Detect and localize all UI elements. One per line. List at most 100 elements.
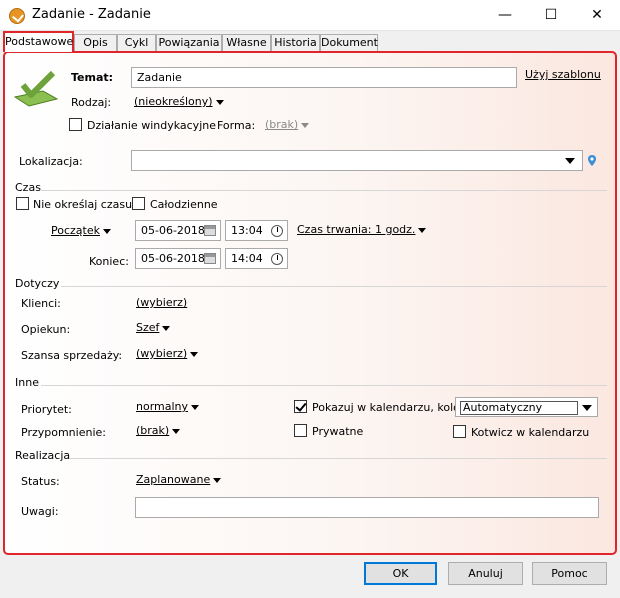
minimize-button[interactable]: — [482,0,528,31]
lokalizacja-label: Lokalizacja: [19,155,83,168]
chevron-down-icon [213,477,222,483]
all-day-checkbox[interactable] [132,197,145,210]
end-time-value: 14:04 [231,252,263,265]
divider [41,385,607,386]
maximize-button[interactable]: ☐ [528,0,574,31]
szansa-dropdown[interactable]: (wybierz) [136,347,199,360]
all-day-label: Całodzienne [150,198,218,211]
color-value: Automatyczny [460,401,578,415]
no-time-checkbox[interactable] [16,197,29,210]
section-dotyczy: Dotyczy [15,277,60,290]
calendar-icon[interactable] [204,253,216,264]
chevron-down-icon [162,325,171,331]
start-date-value: 05-06-2018 [141,224,205,237]
lokalizacja-dropdown-arrow[interactable] [565,158,575,164]
calendar-icon[interactable] [204,225,216,236]
app-logo-icon [9,8,25,24]
opiekun-label: Opiekun: [21,323,71,336]
end-label: Koniec: [89,255,129,268]
priorytet-dropdown[interactable]: normalny [136,400,200,413]
temat-input[interactable]: Zadanie [131,67,517,88]
divider [69,458,607,459]
no-time-label: Nie określaj czasu [33,198,133,211]
przypomnienie-value: (brak) [136,424,170,437]
forma-label: Forma: [217,119,256,132]
status-dropdown[interactable]: Zaplanowane [136,473,222,486]
title-bar: Zadanie - Zadanie — ☐ ✕ [0,0,620,31]
color-dropdown-arrow[interactable] [582,405,592,411]
chevron-down-icon [190,351,199,357]
tab-opis[interactable]: Opis [74,34,117,52]
window-title: Zadanie - Zadanie [32,7,151,22]
tab-dokument[interactable]: Dokument [320,34,378,52]
end-date-input[interactable]: 05-06-2018 [135,248,221,269]
lokalizacja-input[interactable] [131,150,583,171]
ok-button[interactable]: OK [364,562,437,585]
end-time-input[interactable]: 14:04 [225,248,288,269]
start-time-value: 13:04 [231,224,263,237]
main-panel: Temat: Zadanie Użyj szablonu Rodzaj: (ni… [3,51,617,555]
windykacyjne-checkbox[interactable] [69,118,82,131]
clock-icon[interactable] [271,225,283,237]
szansa-label: Szansa sprzedaży: [21,349,123,362]
close-button[interactable]: ✕ [574,0,620,31]
tab-podstawowe[interactable]: Podstawowe [3,31,74,52]
szansa-value: (wybierz) [136,347,188,360]
start-label: Początek [51,224,100,237]
chevron-down-icon [172,428,181,434]
klienci-select-link[interactable]: (wybierz) [136,296,187,309]
use-template-link[interactable]: Użyj szablonu [525,68,601,81]
przypomnienie-dropdown[interactable]: (brak) [136,424,181,437]
task-check-icon [13,70,59,107]
location-pin-icon[interactable] [587,154,597,168]
przypomnienie-label: Przypomnienie: [21,426,106,439]
windykacyjne-label: Działanie windykacyjne [87,119,216,132]
status-value: Zaplanowane [136,473,211,486]
rodzaj-dropdown[interactable]: (nieokreślony) [134,95,224,108]
priorytet-value: normalny [136,400,189,413]
anchor-label: Kotwicz w kalendarzu [471,426,590,439]
private-label: Prywatne [312,425,364,438]
forma-dropdown[interactable]: (brak) [265,118,310,131]
tab-bar: Podstawowe Opis Cykl Powiązania Własne H… [0,31,620,52]
priorytet-label: Priorytet: [21,403,72,416]
section-czas: Czas [15,181,41,194]
chevron-down-icon [418,227,427,233]
duration-label: Czas trwania: 1 godz. [297,223,416,236]
rodzaj-label: Rodzaj: [71,96,112,109]
start-time-input[interactable]: 13:04 [225,220,288,241]
status-label: Status: [21,475,60,488]
anchor-checkbox[interactable] [453,425,466,438]
section-realizacja: Realizacja [15,449,71,462]
help-button[interactable]: Pomoc [532,562,607,585]
clock-icon[interactable] [271,253,283,265]
klienci-label: Klienci: [21,297,61,310]
temat-label: Temat: [71,71,114,84]
duration-dropdown[interactable]: Czas trwania: 1 godz. [297,223,427,236]
rodzaj-value: (nieokreślony) [134,95,213,108]
end-date-value: 05-06-2018 [141,252,205,265]
tab-cykl[interactable]: Cykl [117,34,156,52]
private-checkbox[interactable] [294,424,307,437]
show-calendar-checkbox[interactable] [294,400,307,413]
divider [41,190,607,191]
cancel-button[interactable]: Anuluj [448,562,523,585]
divider [61,286,607,287]
forma-value: (brak) [265,118,299,131]
opiekun-value: Szef [136,321,160,334]
uwagi-label: Uwagi: [21,505,59,518]
start-date-input[interactable]: 05-06-2018 [135,220,221,241]
tab-historia[interactable]: Historia [271,34,320,52]
start-dropdown[interactable]: Początek [51,224,111,237]
chevron-down-icon [191,404,200,410]
tab-powiazania[interactable]: Powiązania [156,34,222,52]
chevron-down-icon [215,99,224,105]
show-calendar-label: Pokazuj w kalendarzu, kolor: [312,401,468,414]
color-select[interactable]: Automatyczny [455,397,598,417]
tab-wlasne[interactable]: Własne [222,34,271,52]
chevron-down-icon [102,228,111,234]
uwagi-input[interactable] [135,497,599,518]
section-inne: Inne [15,376,39,389]
opiekun-dropdown[interactable]: Szef [136,321,171,334]
chevron-down-icon [301,122,310,128]
